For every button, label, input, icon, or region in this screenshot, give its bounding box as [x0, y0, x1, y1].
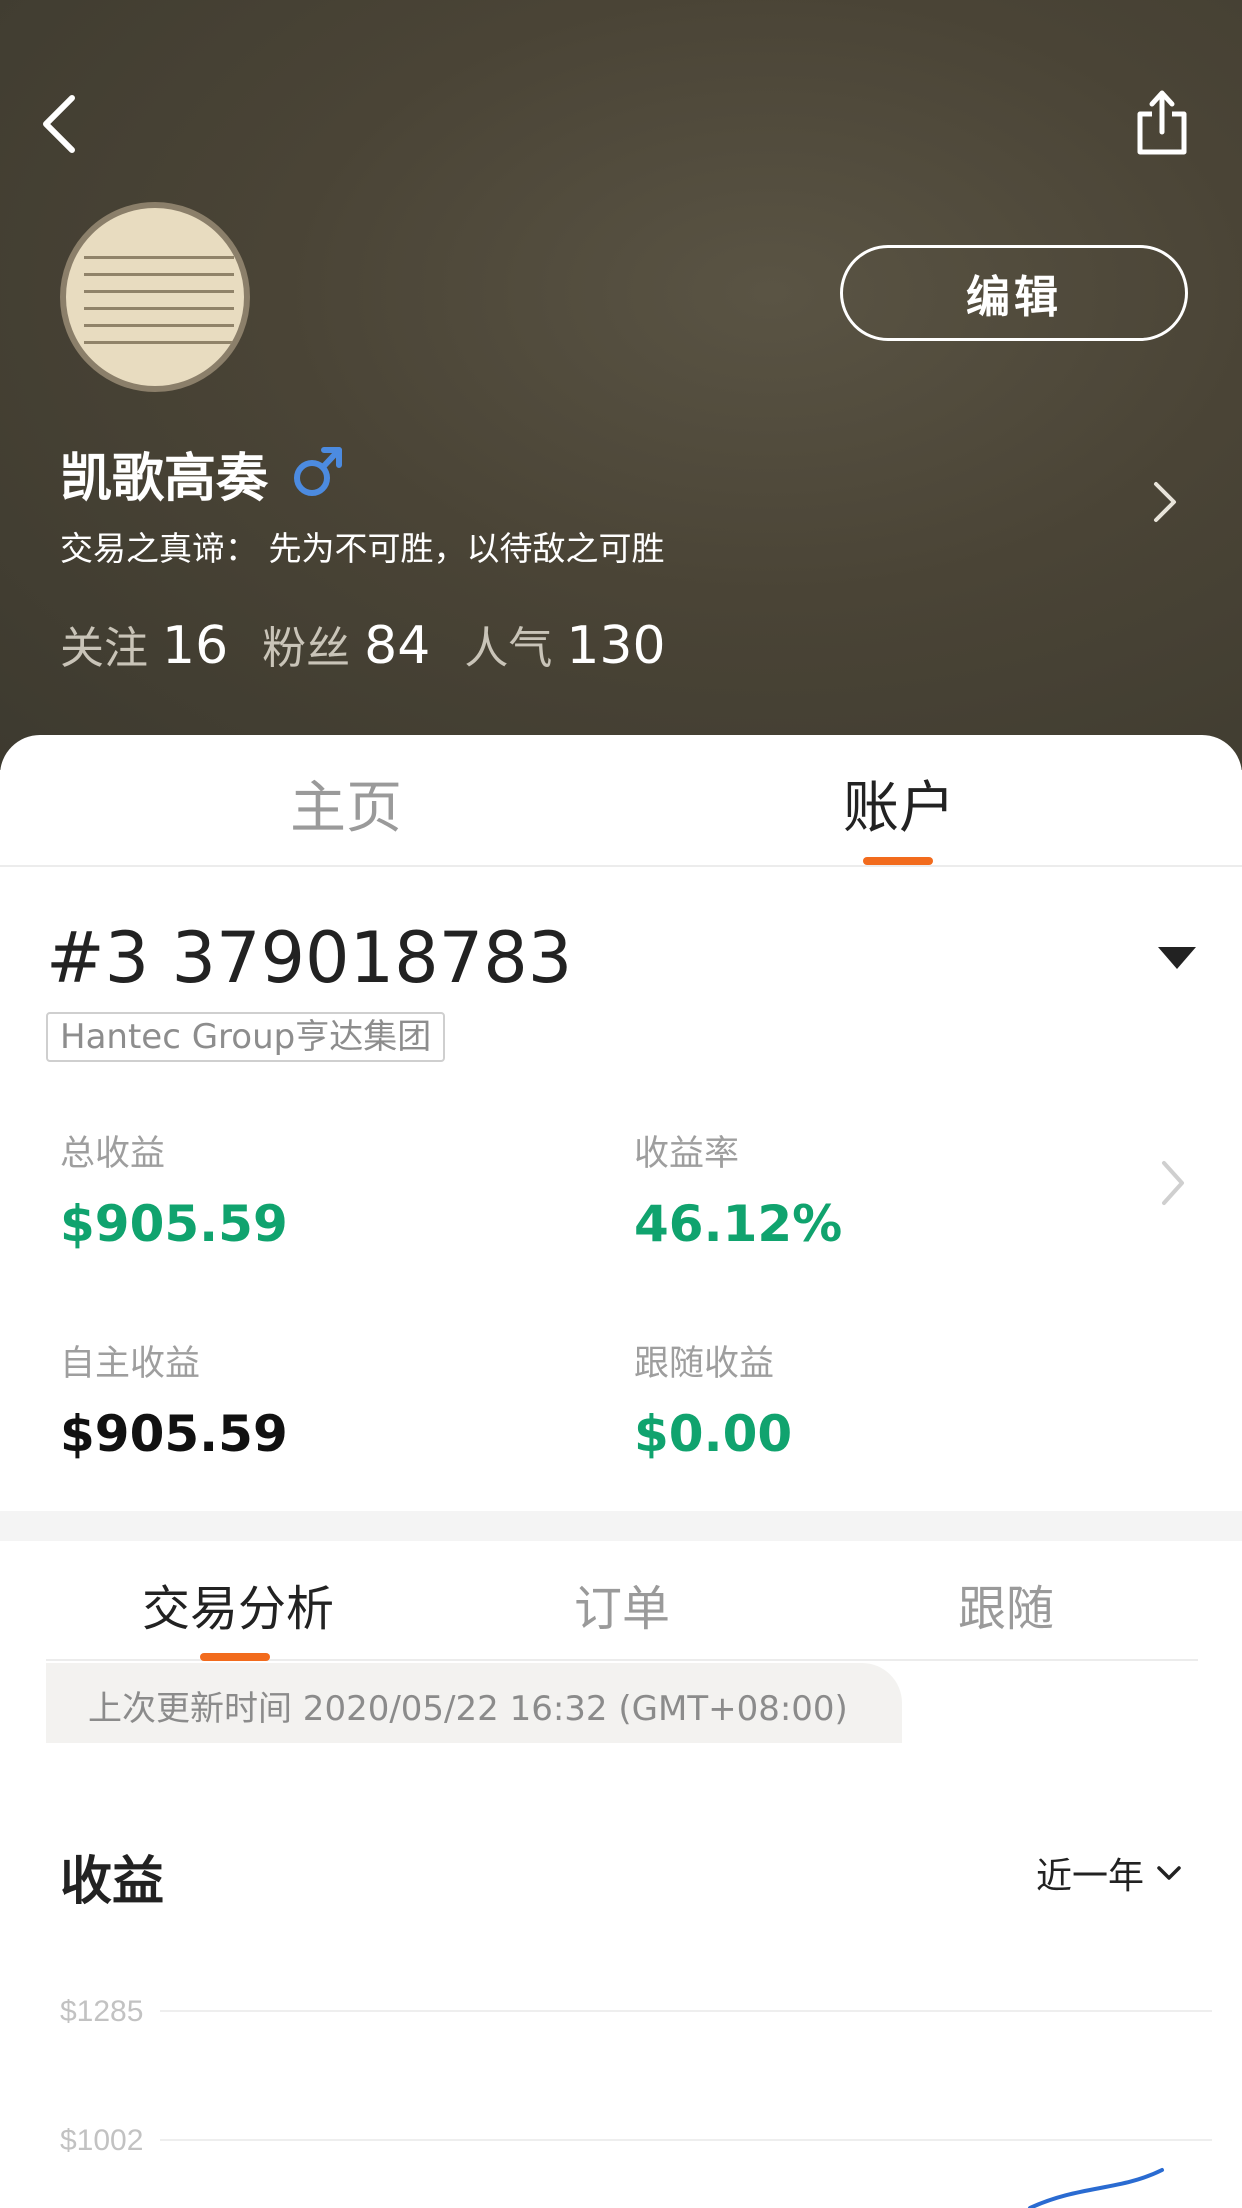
return-rate-value: 46.12%: [634, 1195, 843, 1253]
account-id: #3 379018783: [46, 917, 573, 999]
total-profit-value: $905.59: [60, 1195, 288, 1253]
time-range-select[interactable]: 近一年: [1036, 1847, 1182, 1899]
avatar[interactable]: [60, 202, 250, 392]
series-line: [1028, 2168, 1164, 2208]
earnings-title: 收益: [60, 1852, 165, 1912]
broker-badge: Hantec Group亨达集团: [46, 1012, 446, 1062]
chevron-left-icon: [43, 95, 75, 153]
section-divider: [0, 1511, 1242, 1541]
follow-profit-label: 跟随收益: [634, 1344, 775, 1384]
avatar-calligraphy-image: [84, 242, 234, 358]
last-update-bar: 上次更新时间 2020/05/22 16:32 (GMT+08:00): [46, 1663, 902, 1743]
sub-tab-indicator: [200, 1653, 270, 1661]
follow-profit-value: $0.00: [634, 1405, 793, 1463]
y-tick-label: $1002: [60, 2124, 143, 2157]
popularity-count: 130: [566, 616, 666, 676]
share-button[interactable]: [1134, 88, 1190, 158]
tab-indicator: [863, 857, 933, 865]
tab-account[interactable]: 账户: [843, 763, 955, 844]
tab-orders[interactable]: 订单: [574, 1569, 670, 1639]
time-range-value: 近一年: [1036, 1856, 1145, 1897]
share-icon: [1137, 90, 1187, 155]
content-sheet: 主页 账户 #3 379018783 Hantec Group亨达集团 总收益 …: [0, 735, 1242, 2208]
last-update-text: 上次更新时间 2020/05/22 16:32 (GMT+08:00): [88, 1689, 848, 1729]
earnings-line-chart: $1285 $1002: [60, 1995, 1212, 2208]
male-icon: [294, 447, 342, 496]
y-tick-label: $1285: [60, 1995, 143, 2028]
total-profit-label: 总收益: [60, 1134, 166, 1174]
edit-profile-button[interactable]: 编辑: [840, 245, 1188, 341]
chevron-down-icon: [1157, 1866, 1181, 1880]
back-button[interactable]: [38, 92, 88, 156]
profile-header: 编辑 凯歌高奏 交易之真谛： 先为不可胜，以待敌之可胜 关注 16 粉丝 84 …: [0, 0, 1242, 770]
following-count[interactable]: 16: [162, 616, 228, 676]
sub-tab-bar: 交易分析 订单 跟随: [46, 1541, 1198, 1661]
followers-count[interactable]: 84: [364, 616, 430, 676]
following-label: 关注: [60, 623, 148, 674]
self-profit-label: 自主收益: [60, 1344, 201, 1384]
main-tab-bar: 主页 账户: [0, 735, 1242, 867]
followers-label: 粉丝: [262, 623, 351, 674]
return-rate-label: 收益率: [634, 1134, 740, 1174]
chevron-right-icon[interactable]: [1150, 480, 1180, 524]
popularity-label: 人气: [464, 623, 553, 674]
user-stats: 关注 16 粉丝 84 人气 130: [60, 612, 700, 676]
user-name: 凯歌高奏: [60, 449, 269, 509]
user-motto: 交易之真谛： 先为不可胜，以待敌之可胜: [60, 529, 665, 568]
tab-home[interactable]: 主页: [290, 763, 402, 844]
chevron-right-icon[interactable]: [1158, 1159, 1188, 1207]
self-profit-value: $905.59: [60, 1405, 288, 1463]
tab-follow[interactable]: 跟随: [958, 1569, 1054, 1639]
tab-trade-analysis[interactable]: 交易分析: [142, 1569, 334, 1639]
caret-down-icon[interactable]: [1156, 943, 1198, 973]
